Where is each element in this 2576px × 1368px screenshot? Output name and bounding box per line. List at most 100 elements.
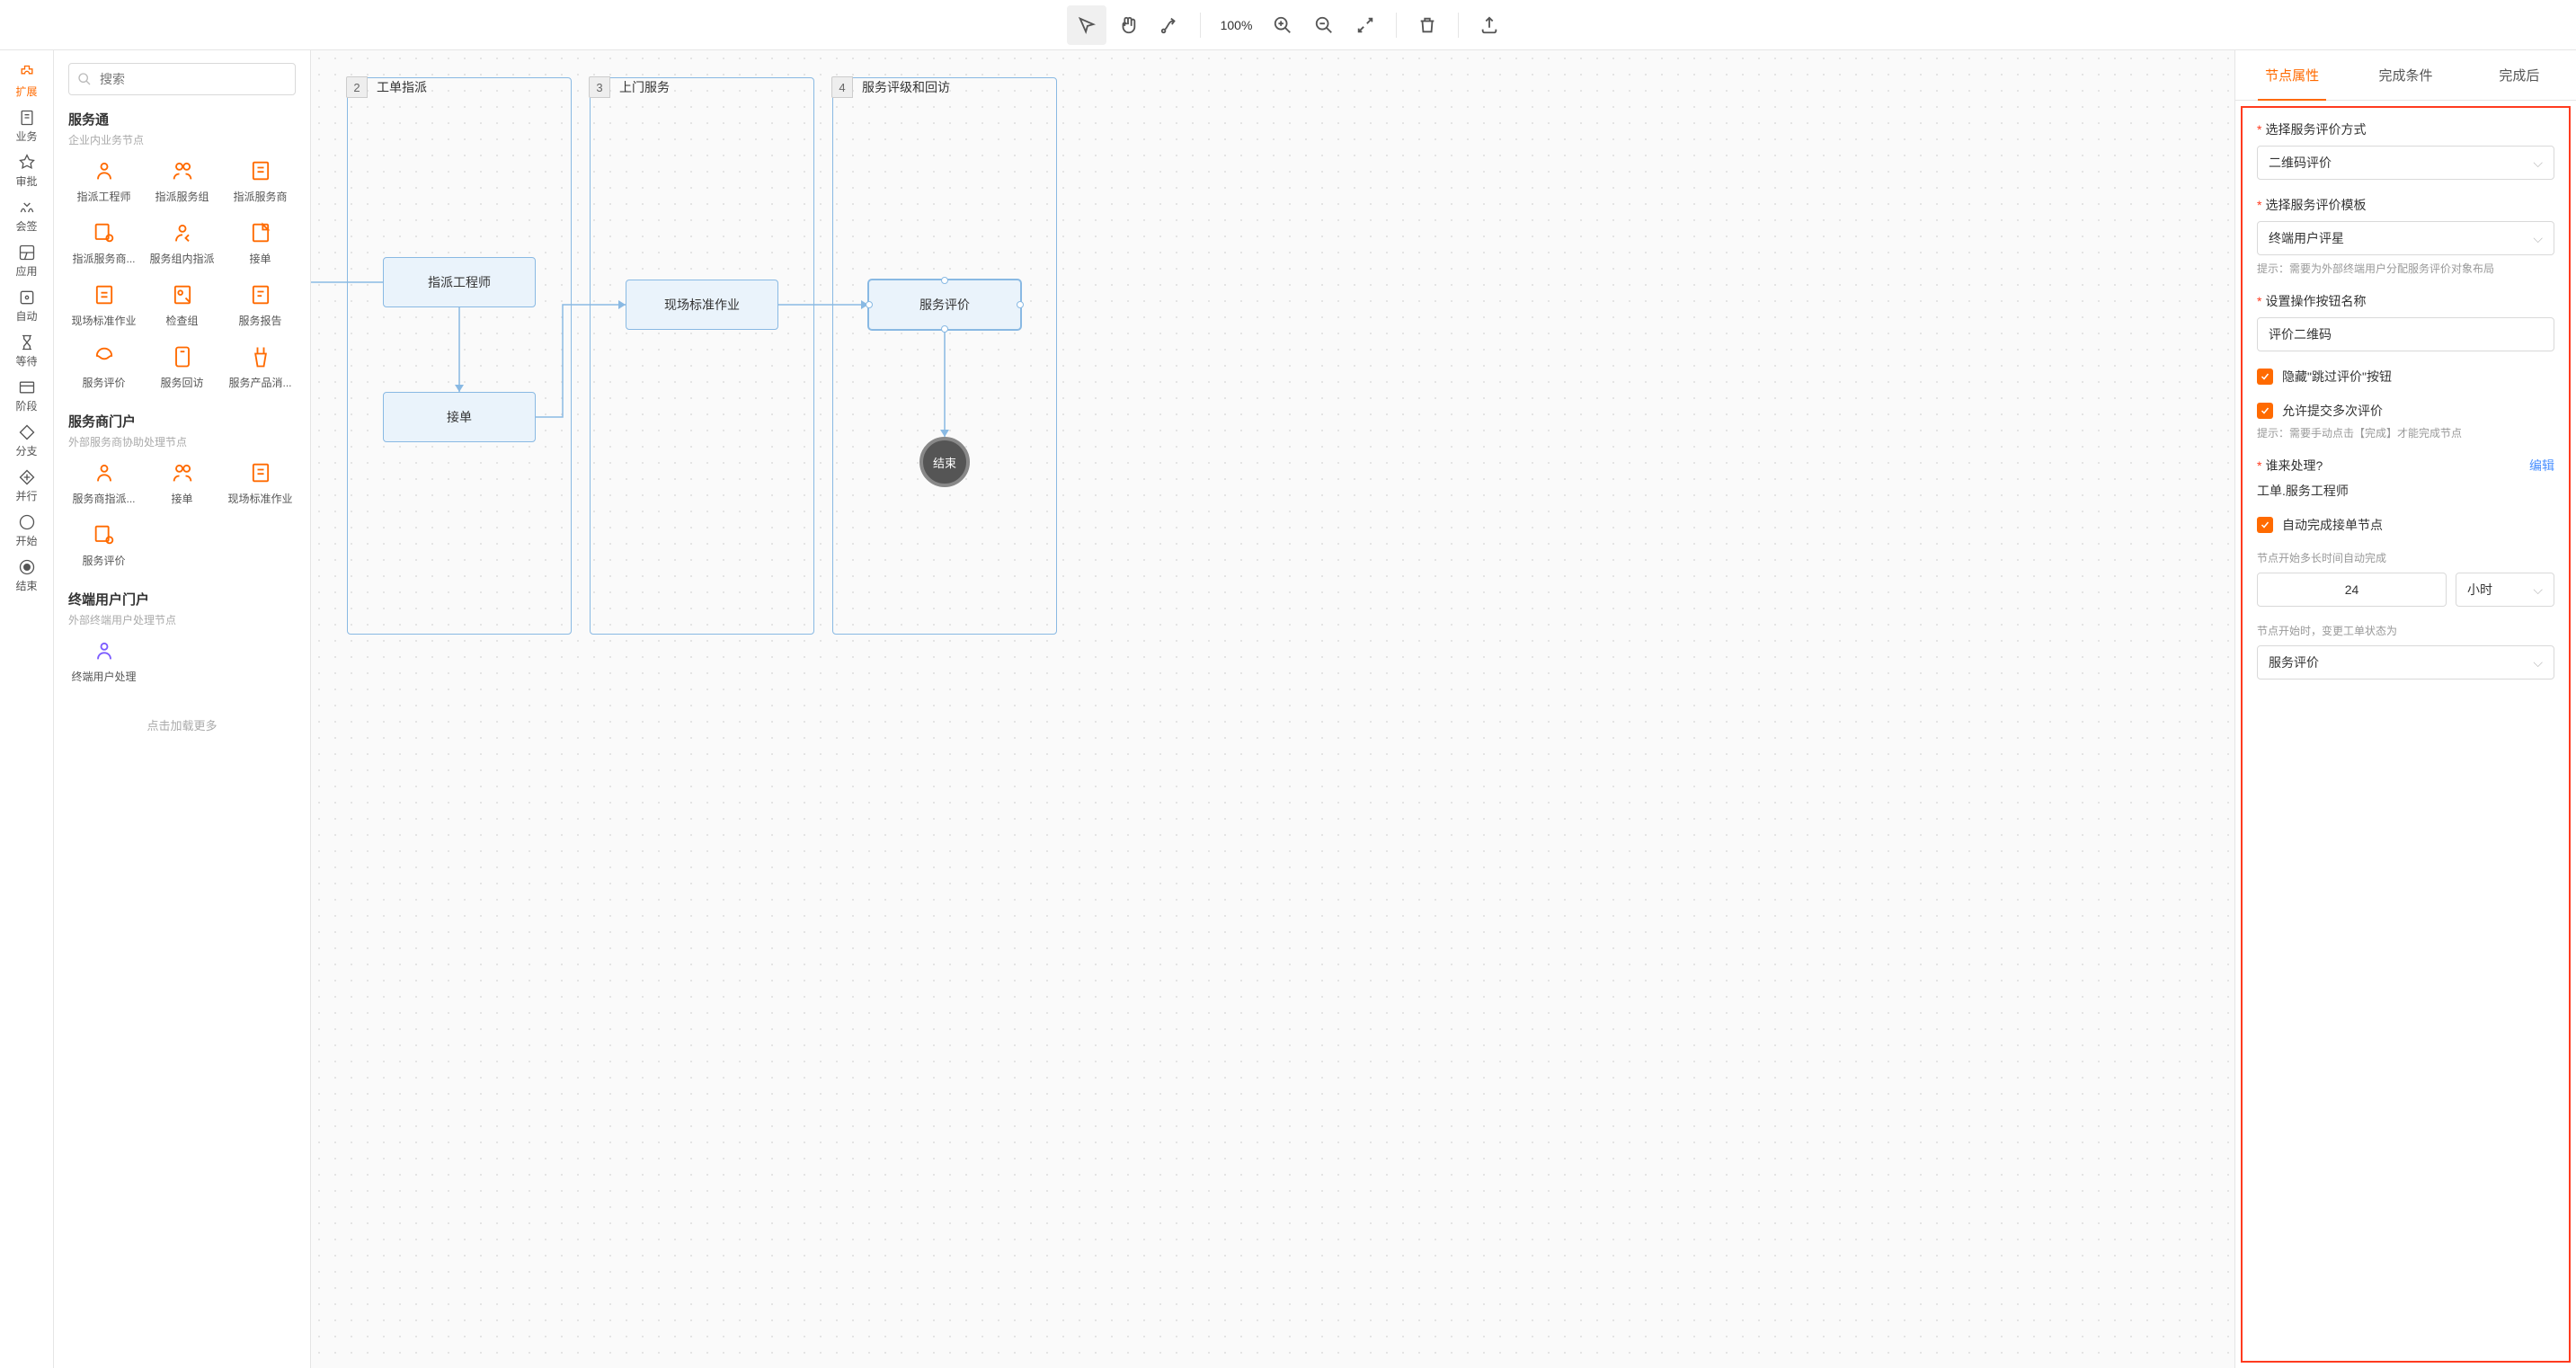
palette-item[interactable]: 服务评价: [68, 522, 139, 568]
palette-item[interactable]: 指派服务商: [225, 158, 296, 204]
palette-item[interactable]: 服务回访: [147, 344, 218, 390]
allow-multiple-checkbox[interactable]: [2257, 403, 2273, 419]
palette-item[interactable]: 终端用户处理: [68, 638, 139, 684]
flow-node[interactable]: 服务评价: [868, 280, 1021, 330]
search-icon: [77, 72, 92, 86]
node-type-icon: [92, 158, 117, 183]
eval-template-label: 选择服务评价模板: [2265, 196, 2366, 214]
rail-item-branch[interactable]: 分支: [5, 419, 49, 462]
lane-number: 4: [831, 76, 853, 98]
palette-item[interactable]: 接单: [225, 220, 296, 266]
palette-item[interactable]: 指派服务商...: [68, 220, 139, 266]
palette-item[interactable]: 服务评价: [68, 344, 139, 390]
fit-screen-button[interactable]: [1346, 5, 1385, 45]
hand-tool[interactable]: [1108, 5, 1148, 45]
tab-attrs[interactable]: 节点属性: [2235, 50, 2349, 100]
chevron-down-icon: ⌵: [2533, 155, 2543, 171]
resize-handle[interactable]: [941, 325, 948, 333]
rail-item-wait[interactable]: 等待: [5, 329, 49, 372]
resize-handle[interactable]: [1017, 301, 1024, 308]
button-name-input[interactable]: [2257, 317, 2554, 351]
palette-item[interactable]: 现场标准作业: [225, 460, 296, 506]
node-type-icon: [92, 460, 117, 485]
node-type-icon: [248, 344, 273, 369]
node-type-icon: [170, 220, 195, 245]
rail-item-app[interactable]: 应用: [5, 239, 49, 282]
allow-multiple-hint: 提示：需要手动点击【完成】才能完成节点: [2257, 425, 2554, 440]
auto-complete-unit-select[interactable]: 小时⌵: [2456, 573, 2554, 607]
resize-handle[interactable]: [866, 301, 873, 308]
node-type-icon: [92, 638, 117, 663]
node-type-icon: [92, 282, 117, 307]
eval-method-select[interactable]: 二维码评价⌵: [2257, 146, 2554, 180]
palette-item[interactable]: 检查组: [147, 282, 218, 328]
status-change-select[interactable]: 服务评价⌵: [2257, 645, 2554, 680]
search-input[interactable]: [68, 63, 296, 95]
properties-panel: 节点属性完成条件完成后 *选择服务评价方式 二维码评价⌵ *选择服务评价模板 终…: [2234, 50, 2576, 1368]
rail-item-ext[interactable]: 扩展: [5, 59, 49, 102]
rail-item-parallel[interactable]: 并行: [5, 464, 49, 507]
palette-section-title: 终端用户门户: [68, 590, 296, 608]
chevron-down-icon: ⌵: [2533, 231, 2543, 246]
lane[interactable]: 2工单指派: [347, 77, 572, 635]
toolbar: 100%: [0, 0, 2576, 50]
palette-item[interactable]: 指派工程师: [68, 158, 139, 204]
lane[interactable]: 3上门服务: [590, 77, 814, 635]
end-node[interactable]: 结束: [919, 437, 970, 487]
end-icon: [18, 558, 36, 576]
button-name-label: 设置操作按钮名称: [2265, 292, 2366, 310]
node-type-icon: [170, 460, 195, 485]
rail-item-cosign[interactable]: 会签: [5, 194, 49, 237]
search: [68, 63, 296, 95]
rail-item-auto[interactable]: 自动: [5, 284, 49, 327]
app-icon: [18, 244, 36, 262]
palette-item[interactable]: 服务报告: [225, 282, 296, 328]
status-change-label: 节点开始时，变更工单状态为: [2257, 623, 2554, 638]
palette-item[interactable]: 指派服务组: [147, 158, 218, 204]
zoom-in-button[interactable]: [1263, 5, 1302, 45]
rail-item-approve[interactable]: 审批: [5, 149, 49, 192]
palette-item[interactable]: 服务商指派...: [68, 460, 139, 506]
auto-complete-time-input[interactable]: [2257, 573, 2447, 607]
palette-item[interactable]: 现场标准作业: [68, 282, 139, 328]
resize-handle[interactable]: [941, 277, 948, 284]
palette-section-sub: 企业内业务节点: [68, 132, 296, 147]
flow-node[interactable]: 指派工程师: [383, 257, 536, 307]
hide-skip-checkbox[interactable]: [2257, 369, 2273, 385]
palette-section-title: 服务通: [68, 110, 296, 129]
handler-edit-link[interactable]: 编辑: [2529, 457, 2554, 475]
palette-item[interactable]: 接单: [147, 460, 218, 506]
eval-template-select[interactable]: 终端用户评星⌵: [2257, 221, 2554, 255]
tab-cond[interactable]: 完成条件: [2349, 50, 2462, 100]
load-more-button[interactable]: 点击加载更多: [68, 706, 296, 744]
palette-item[interactable]: 服务产品消...: [225, 344, 296, 390]
connector-tool[interactable]: [1150, 5, 1189, 45]
rail-item-end[interactable]: 结束: [5, 554, 49, 597]
chevron-down-icon: ⌵: [2533, 582, 2543, 598]
pointer-tool[interactable]: [1067, 5, 1106, 45]
hide-skip-label: 隐藏"跳过评价"按钮: [2282, 368, 2392, 386]
eval-template-hint: 提示：需要为外部终端用户分配服务评价对象布局: [2257, 261, 2554, 276]
rail-item-start[interactable]: 开始: [5, 509, 49, 552]
rail-item-biz[interactable]: 业务: [5, 104, 49, 147]
auto-complete-checkbox[interactable]: [2257, 517, 2273, 533]
tab-after[interactable]: 完成后: [2463, 50, 2576, 100]
lane-number: 3: [589, 76, 610, 98]
biz-icon: [18, 109, 36, 127]
node-type-icon: [248, 158, 273, 183]
rail-item-stage[interactable]: 阶段: [5, 374, 49, 417]
node-type-icon: [92, 220, 117, 245]
node-type-icon: [92, 522, 117, 547]
node-type-icon: [248, 220, 273, 245]
palette-item[interactable]: 服务组内指派: [147, 220, 218, 266]
palette-section-sub: 外部服务商协助处理节点: [68, 434, 296, 449]
zoom-out-button[interactable]: [1304, 5, 1344, 45]
delete-button[interactable]: [1408, 5, 1447, 45]
flow-node[interactable]: 现场标准作业: [626, 280, 778, 330]
canvas[interactable]: 2工单指派3上门服务4服务评级和回访 指派工程师接单 现场标准作业 服务评价结束: [311, 50, 2234, 1368]
export-button[interactable]: [1470, 5, 1509, 45]
flow-node[interactable]: 接单: [383, 392, 536, 442]
palette-section-sub: 外部终端用户处理节点: [68, 612, 296, 627]
lane[interactable]: 4服务评级和回访: [832, 77, 1057, 635]
node-type-icon: [92, 344, 117, 369]
